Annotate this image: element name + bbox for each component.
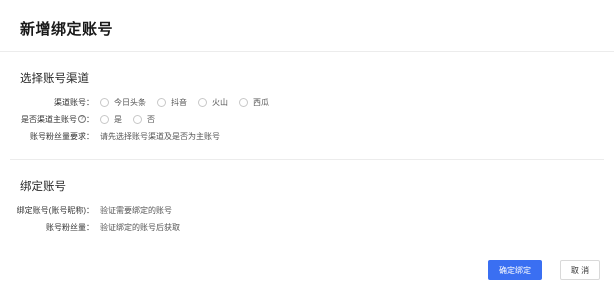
fans-requirement-value: 请先选择账号渠道及是否为主账号 [100,131,220,141]
fans-count-value: 验证绑定的账号后获取 [100,222,180,232]
fans-requirement-row: 账号粉丝量要求： 请先选择账号渠道及是否为主账号 [0,129,220,143]
radio-douyin[interactable]: 抖音 [157,97,187,108]
radio-label: 西瓜 [253,97,269,107]
radio-huoshan[interactable]: 火山 [198,97,228,108]
radio-label: 今日头条 [114,97,146,107]
main-account-row: 是否渠道主账号?： 是 否 [0,112,166,126]
main-account-radio-group: 是 否 [100,114,166,125]
radio-circle [100,97,109,107]
fans-count-label: 账号粉丝量： [46,222,94,232]
fans-count-row: 账号粉丝量： 验证绑定的账号后获取 [0,220,180,234]
page-title: 新增绑定账号 [20,21,114,38]
section-divider [10,159,604,160]
radio-label: 抖音 [171,97,187,107]
radio-no[interactable]: 否 [133,114,155,125]
radio-label: 火山 [212,97,228,107]
radio-xigua[interactable]: 西瓜 [239,97,269,108]
section-title-bind: 绑定账号 [20,181,66,193]
radio-circle [239,97,248,107]
header-divider [0,51,614,52]
bind-account-label: 绑定账号(账号昵称)： [16,205,94,215]
radio-circle [157,97,166,107]
channel-radio-group: 今日头条 抖音 火山 西瓜 [100,97,280,108]
verify-account-link[interactable]: 验证需要绑定的账号 [100,205,172,216]
channel-row: 渠道账号： 今日头条 抖音 火山 西瓜 [0,95,280,109]
channel-label: 渠道账号： [54,97,94,107]
radio-label: 是 [114,114,122,124]
radio-circle [133,114,142,124]
cancel-button[interactable]: 取 消 [560,260,600,280]
radio-yes[interactable]: 是 [100,114,122,125]
main-account-label: 是否渠道主账号?： [0,114,100,125]
radio-circle [198,97,207,107]
main-account-label-text: 是否渠道主账号 [21,114,77,124]
confirm-bind-button[interactable]: 确定绑定 [488,260,542,280]
radio-circle [100,114,109,124]
radio-label: 否 [147,114,155,124]
radio-toutiao[interactable]: 今日头条 [100,97,146,108]
fans-requirement-label: 账号粉丝量要求： [30,131,94,141]
bind-account-row: 绑定账号(账号昵称)： 验证需要绑定的账号 [0,203,172,217]
help-icon[interactable]: ? [78,115,86,124]
section-title-channel: 选择账号渠道 [20,73,89,85]
main-account-label-colon: ： [86,114,94,124]
